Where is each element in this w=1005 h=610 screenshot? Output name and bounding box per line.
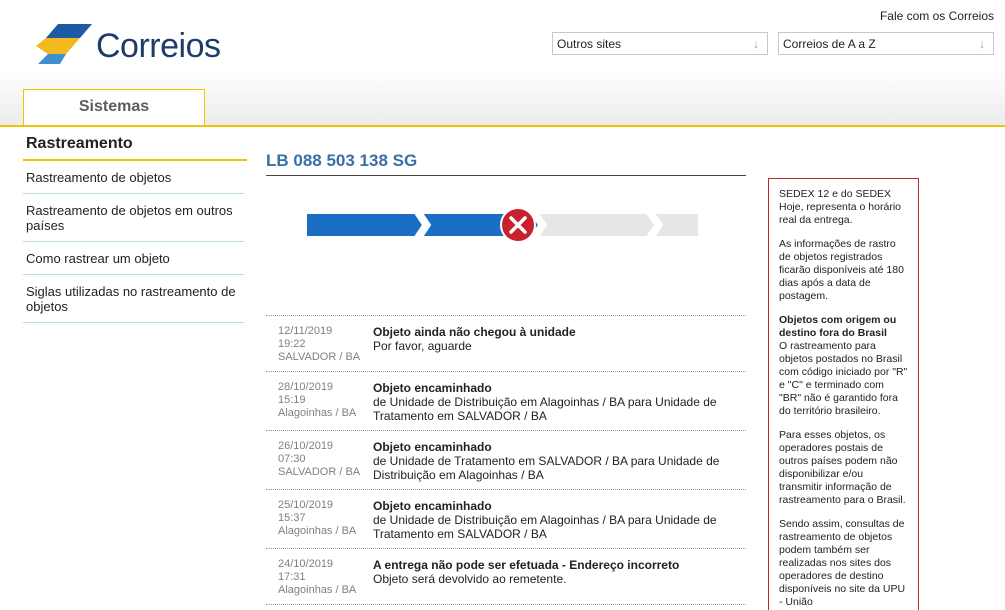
- site-header: Correios Fale com os Correios Outros sit…: [0, 0, 1005, 125]
- correios-logo[interactable]: Correios: [36, 24, 221, 68]
- sidebar-menu: Rastreamento de objetos Rastreamento de …: [23, 161, 244, 323]
- contact-link[interactable]: Fale com os Correios: [880, 9, 994, 23]
- event-title: Objeto encaminhado: [373, 440, 492, 454]
- event-title: Objeto encaminhado: [373, 381, 492, 395]
- correios-logo-icon: [36, 24, 92, 64]
- event-place: Alagoinhas / BA: [278, 407, 357, 419]
- progress-step: [536, 212, 657, 238]
- event-meta: 28/10/2019 15:19 Alagoinhas / BA: [266, 381, 373, 423]
- info-heading: Objetos com origem ou destino fora do Br…: [779, 314, 897, 339]
- event-detail: de Unidade de Distribuição em Alagoinhas…: [373, 395, 717, 423]
- event-title: Objeto ainda não chegou à unidade: [373, 325, 576, 339]
- event-detail: Por favor, aguarde: [373, 339, 472, 353]
- progress-step: [305, 212, 425, 238]
- tracking-code: LB 088 503 138 SG: [266, 151, 418, 170]
- tracking-event: 26/10/2019 07:30 SALVADOR / BA Objeto en…: [266, 431, 746, 490]
- event-meta: 12/11/2019 19:22 SALVADOR / BA: [266, 325, 373, 364]
- sidebar-item-como-rastrear[interactable]: Como rastrear um objeto: [23, 242, 244, 275]
- event-meta: 25/10/2019 15:37 Alagoinhas / BA: [266, 499, 373, 541]
- event-description: Objeto encaminhado de Unidade de Distrib…: [373, 381, 746, 423]
- info-paragraph: SEDEX 12 e do SEDEX Hoje, representa o h…: [779, 188, 901, 226]
- event-place: Alagoinhas / BA: [278, 584, 357, 596]
- info-paragraph: Para esses objetos, os operadores postai…: [779, 429, 906, 506]
- event-description: Objeto ainda não chegou à unidade Por fa…: [373, 325, 746, 364]
- event-title: Objeto encaminhado: [373, 499, 492, 513]
- info-paragraph: O rastreamento para objetos postados no …: [779, 340, 908, 417]
- x-circle-icon: [500, 207, 536, 243]
- event-date: 28/10/2019: [278, 381, 334, 393]
- tracking-event: 24/10/2019 17:31 Alagoinhas / BA A entre…: [266, 549, 746, 605]
- event-detail: de Unidade de Distribuição em Alagoinhas…: [373, 513, 717, 541]
- a-to-z-select-value: Correios de A a Z: [783, 37, 876, 51]
- sidebar-title: Rastreamento: [26, 135, 133, 152]
- event-time: 17:31: [278, 571, 306, 583]
- event-place: SALVADOR / BA: [278, 351, 361, 363]
- tracking-event: 28/10/2019 15:19 Alagoinhas / BA Objeto …: [266, 372, 746, 431]
- tracking-events-list: 12/11/2019 19:22 SALVADOR / BA Objeto ai…: [266, 315, 746, 605]
- a-to-z-select[interactable]: Correios de A a Z ↓: [778, 32, 994, 55]
- event-date: 12/11/2019: [278, 325, 333, 337]
- other-sites-select-value: Outros sites: [557, 37, 622, 51]
- info-box: SEDEX 12 e do SEDEX Hoje, representa o h…: [768, 178, 919, 610]
- tracking-code-divider: [266, 175, 746, 176]
- event-time: 07:30: [278, 453, 306, 465]
- event-place: Alagoinhas / BA: [278, 525, 357, 537]
- tracking-event: 12/11/2019 19:22 SALVADOR / BA Objeto ai…: [266, 316, 746, 372]
- event-detail: Objeto será devolvido ao remetente.: [373, 572, 567, 586]
- progress-step: [652, 212, 773, 238]
- event-description: A entrega não pode ser efetuada - Endere…: [373, 558, 746, 597]
- sidebar-item-siglas[interactable]: Siglas utilizadas no rastreamento de obj…: [23, 275, 244, 323]
- event-date: 25/10/2019: [278, 499, 334, 511]
- chevron-down-icon: ↓: [752, 36, 760, 51]
- tracking-event: 25/10/2019 15:37 Alagoinhas / BA Objeto …: [266, 490, 746, 549]
- event-time: 15:37: [278, 512, 306, 524]
- sidebar-item-rastreamento-objetos[interactable]: Rastreamento de objetos: [23, 161, 244, 194]
- event-description: Objeto encaminhado de Unidade de Tratame…: [373, 440, 746, 482]
- event-place: SALVADOR / BA: [278, 466, 361, 478]
- chevron-down-icon: ↓: [978, 36, 986, 51]
- event-meta: 26/10/2019 07:30 SALVADOR / BA: [266, 440, 373, 482]
- progress-steps: [305, 207, 773, 243]
- tracking-progress-bar: [305, 207, 773, 248]
- event-date: 24/10/2019: [278, 558, 334, 570]
- event-date: 26/10/2019: [278, 440, 334, 452]
- other-sites-select[interactable]: Outros sites ↓: [552, 32, 768, 55]
- event-time: 19:22: [278, 338, 306, 350]
- tab-sistemas[interactable]: Sistemas: [23, 89, 205, 125]
- event-meta: 24/10/2019 17:31 Alagoinhas / BA: [266, 558, 373, 597]
- event-title: A entrega não pode ser efetuada - Endere…: [373, 558, 680, 572]
- event-time: 15:19: [278, 394, 306, 406]
- event-detail: de Unidade de Tratamento em SALVADOR / B…: [373, 454, 720, 482]
- info-paragraph: Sendo assim, consultas de rastreamento d…: [779, 518, 906, 608]
- info-paragraph: As informações de rastro de objetos regi…: [779, 238, 904, 302]
- sidebar-item-rastreamento-outros-paises[interactable]: Rastreamento de objetos em outros países: [23, 194, 244, 242]
- header-divider: [0, 125, 1005, 127]
- logo-text: Correios: [96, 26, 221, 65]
- event-description: Objeto encaminhado de Unidade de Distrib…: [373, 499, 746, 541]
